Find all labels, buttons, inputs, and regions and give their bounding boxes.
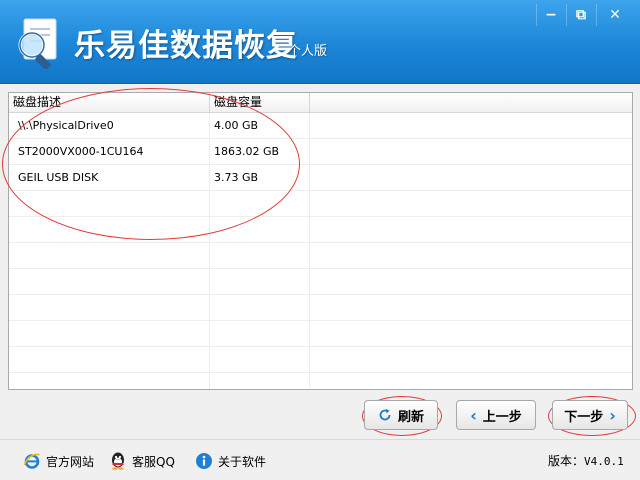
app-edition: 个人版 [288,44,328,59]
refresh-label: 刷新 [397,409,424,425]
customer-service-qq-link[interactable]: 客服QQ [108,450,175,472]
chevron-left-icon: ‹ [470,405,477,425]
table-row[interactable]: ST2000VX000-1CU164 1863.02 GB [9,139,632,165]
prev-button[interactable]: ‹ 上一步 [456,400,536,430]
footer-divider [0,439,640,440]
refresh-icon [379,409,391,421]
table-row-empty [9,217,632,243]
version-info: 版本：V4.0.1 [548,452,624,469]
disk-description: GEIL USB DISK [9,165,210,190]
column-header-capacity[interactable]: 磁盘容量 [210,93,310,112]
app-title: 乐易佳数据恢复 [74,28,298,64]
customer-service-qq-label: 客服QQ [132,454,175,469]
version-label: 版本： [548,454,585,468]
table-row[interactable]: GEIL USB DISK 3.73 GB [9,165,632,191]
next-label: 下一步 [564,409,604,425]
table-row-empty [9,243,632,269]
refresh-button[interactable]: 刷新 [364,400,438,430]
qq-penguin-icon [112,452,124,470]
table-row-empty [9,373,632,389]
info-icon [196,453,212,469]
disk-description: \\.\PhysicalDrive0 [9,113,210,138]
about-software-label: 关于软件 [218,454,267,469]
disk-description: ST2000VX000-1CU164 [9,139,210,164]
minimize-icon: − [545,7,557,23]
disk-capacity: 4.00 GB [210,113,310,138]
table-row-empty [9,347,632,373]
next-button[interactable]: 下一步 › [552,400,628,430]
version-value: V4.0.1 [584,455,624,468]
official-website-label: 官方网站 [46,454,95,469]
chevron-right-icon: › [609,405,616,425]
close-icon: ✕ [609,7,621,23]
table-row-empty [9,191,632,217]
prev-label: 上一步 [482,409,522,425]
table-row-empty [9,321,632,347]
official-website-link[interactable]: 官方网站 [22,450,94,472]
disk-capacity: 1863.02 GB [210,139,310,164]
table-row-empty [9,269,632,295]
disk-table: 磁盘描述 磁盘容量 \\.\PhysicalDrive0 4.00 GB ST2… [8,92,633,390]
table-row-empty [9,295,632,321]
title-bar: 乐易佳数据恢复 个人版 − ⧉ ✕ [0,0,640,84]
about-software-link[interactable]: 关于软件 [194,450,266,472]
close-button[interactable]: ✕ [596,4,633,26]
table-header: 磁盘描述 磁盘容量 [9,93,632,113]
column-header-description[interactable]: 磁盘描述 [9,93,210,112]
magnifier-document-icon [18,18,57,69]
minimize-button[interactable]: − [536,4,565,26]
maximize-button[interactable]: ⧉ [566,4,595,26]
disk-capacity: 3.73 GB [210,165,310,190]
ie-browser-icon [23,453,40,469]
maximize-icon: ⧉ [576,7,586,23]
table-row[interactable]: \\.\PhysicalDrive0 4.00 GB [9,113,632,139]
